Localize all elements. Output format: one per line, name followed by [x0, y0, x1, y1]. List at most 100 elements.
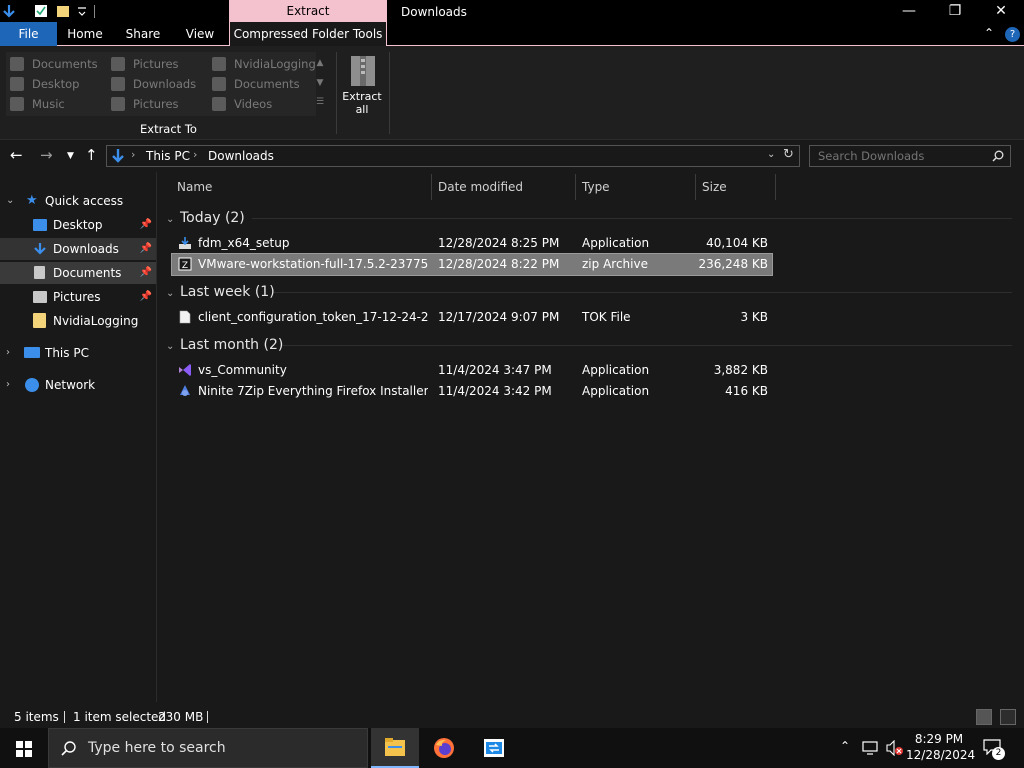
tab-compressed-folder-tools[interactable]: Compressed Folder Tools	[229, 22, 387, 47]
group-divider	[252, 218, 1012, 219]
address-bar[interactable]: › This PC › Downloads ⌄ ↻	[106, 145, 800, 167]
group-divider	[282, 345, 1012, 346]
svg-text:Z: Z	[182, 261, 188, 271]
forward-button[interactable]: →	[40, 146, 53, 164]
tab-view[interactable]: View	[173, 22, 227, 46]
help-icon[interactable]: ?	[1005, 27, 1020, 42]
sidebar-item-nvidialogging[interactable]: NvidiaLogging	[0, 310, 156, 332]
extract-to-documents-button[interactable]: Documents	[210, 75, 300, 93]
minimize-button[interactable]: —	[886, 0, 932, 24]
address-dropdown-icon[interactable]: ⌄	[767, 149, 775, 160]
column-headers: Name Date modified Type Size	[160, 174, 780, 200]
file-type: Application	[582, 363, 650, 377]
extract-to-pictures-button[interactable]: Pictures	[109, 55, 179, 73]
expand-chevron-icon[interactable]: ›	[6, 374, 10, 396]
table-row[interactable]: vs_Community 11/4/2024 3:47 PM Applicati…	[172, 360, 772, 381]
network-status-icon[interactable]	[862, 741, 880, 755]
gallery-more-icon[interactable]: ☰	[315, 97, 325, 107]
new-folder-icon[interactable]	[56, 4, 70, 18]
extract-to-nvidialogging-button[interactable]: NvidiaLogging	[210, 55, 316, 73]
sidebar-item-label: Quick access	[45, 194, 124, 208]
table-row[interactable]: client_configuration_token_17-12-24-21-.…	[172, 307, 772, 328]
search-input[interactable]	[818, 149, 988, 163]
extract-to-downloads-button[interactable]: Downloads	[109, 75, 196, 93]
windows-logo-icon	[16, 741, 32, 757]
extract-to-documents-button[interactable]: Documents	[8, 55, 98, 73]
taskbar-firefox[interactable]	[420, 728, 468, 768]
notification-center-button[interactable]: 2	[983, 739, 1005, 760]
extract-all-button[interactable]: Extract all	[340, 90, 384, 116]
column-header-size[interactable]: Size	[696, 174, 776, 200]
column-header-name[interactable]: Name	[171, 174, 432, 200]
breadcrumb-downloads[interactable]: Downloads	[208, 149, 274, 163]
selection-count: 1 item selected	[73, 710, 167, 724]
start-button[interactable]	[0, 728, 48, 768]
sidebar-item-desktop[interactable]: Desktop 📌	[0, 214, 156, 236]
sidebar-item-label: Pictures	[53, 290, 101, 304]
sidebar-item-downloads[interactable]: Downloads 📌	[0, 238, 156, 260]
file-name: Ninite 7Zip Everything Firefox Installer	[198, 384, 428, 398]
table-row[interactable]: fdm_x64_setup 12/28/2024 8:25 PM Applica…	[172, 233, 772, 254]
search-box[interactable]	[809, 145, 1011, 167]
file-size: 3 KB	[740, 310, 768, 324]
table-row[interactable]: Ninite 7Zip Everything Firefox Installer…	[172, 381, 772, 402]
group-label: Today (2)	[180, 210, 245, 226]
extract-to-desktop-button[interactable]: Desktop	[8, 75, 79, 93]
sidebar-item-documents[interactable]: Documents 📌	[0, 262, 156, 284]
group-header-last-month[interactable]: ⌄ Last month (2)	[166, 334, 283, 356]
clock-date: 12/28/2024	[906, 748, 976, 762]
file-date: 12/17/2024 9:07 PM	[438, 310, 560, 324]
gallery-scroll-up-icon[interactable]: ▲	[315, 58, 325, 68]
extract-to-music-button[interactable]: Music	[8, 95, 65, 113]
gallery-scroll-down-icon[interactable]: ▼	[315, 78, 325, 88]
tab-share[interactable]: Share	[113, 22, 173, 46]
recent-locations-chevron-icon[interactable]: ▼	[67, 151, 74, 161]
details-view-button[interactable]	[976, 709, 992, 725]
back-button[interactable]: ←	[10, 146, 23, 164]
show-hidden-icons-chevron-icon[interactable]: ⌃	[840, 739, 850, 753]
table-row[interactable]: Z VMware-workstation-full-17.5.2-2377557…	[171, 253, 773, 276]
extract-to-pictures-button[interactable]: Pictures	[109, 95, 179, 113]
context-tab-extract: Extract	[229, 0, 387, 22]
maximize-button[interactable]: ❐	[932, 0, 978, 24]
tab-file[interactable]: File	[0, 22, 57, 46]
column-header-type[interactable]: Type	[576, 174, 696, 200]
group-divider	[274, 292, 1012, 293]
taskbar-file-explorer[interactable]	[371, 728, 419, 768]
sidebar-item-quick-access[interactable]: ⌄ ★ Quick access	[0, 190, 156, 212]
large-icons-view-button[interactable]	[1000, 709, 1016, 725]
extract-to-label: Pictures	[133, 97, 179, 111]
status-divider	[64, 711, 65, 723]
extract-to-videos-button[interactable]: Videos	[210, 95, 272, 113]
ninite-icon	[180, 385, 190, 396]
refresh-icon[interactable]: ↻	[783, 147, 794, 162]
column-header-date-modified[interactable]: Date modified	[432, 174, 576, 200]
volume-muted-icon[interactable]	[886, 740, 904, 756]
tab-home[interactable]: Home	[57, 22, 113, 46]
sidebar-item-network[interactable]: › Network	[0, 374, 156, 396]
customize-quick-access-icon[interactable]	[75, 4, 89, 18]
status-divider	[207, 711, 208, 723]
taskbar-remote-app[interactable]	[469, 728, 517, 768]
close-button[interactable]: ✕	[978, 0, 1024, 24]
taskbar-search-box[interactable]: Type here to search	[48, 728, 368, 768]
extract-to-label: Documents	[234, 77, 300, 91]
desktop-icon	[10, 77, 24, 91]
properties-icon[interactable]	[34, 4, 48, 18]
up-button[interactable]: ↑	[85, 146, 98, 164]
sidebar-item-this-pc[interactable]: › This PC	[0, 342, 156, 364]
breadcrumb-separator: ›	[193, 148, 198, 161]
taskbar-clock[interactable]: 8:29 PM 12/28/2024	[906, 731, 976, 763]
group-header-last-week[interactable]: ⌄ Last week (1)	[166, 281, 275, 303]
group-header-today[interactable]: ⌄ Today (2)	[166, 207, 245, 229]
status-bar: 5 items 1 item selected 230 MB	[0, 706, 1024, 728]
collapse-chevron-icon[interactable]: ⌄	[6, 190, 14, 212]
computer-icon	[24, 347, 40, 358]
breadcrumb-separator: ›	[131, 148, 136, 161]
down-arrow-icon[interactable]	[2, 4, 16, 18]
collapse-ribbon-icon[interactable]: ⌃	[984, 26, 994, 40]
expand-chevron-icon[interactable]: ›	[6, 342, 10, 364]
sidebar-item-label: NvidiaLogging	[53, 314, 139, 328]
sidebar-item-pictures[interactable]: Pictures 📌	[0, 286, 156, 308]
breadcrumb-this-pc[interactable]: This PC	[146, 149, 190, 163]
